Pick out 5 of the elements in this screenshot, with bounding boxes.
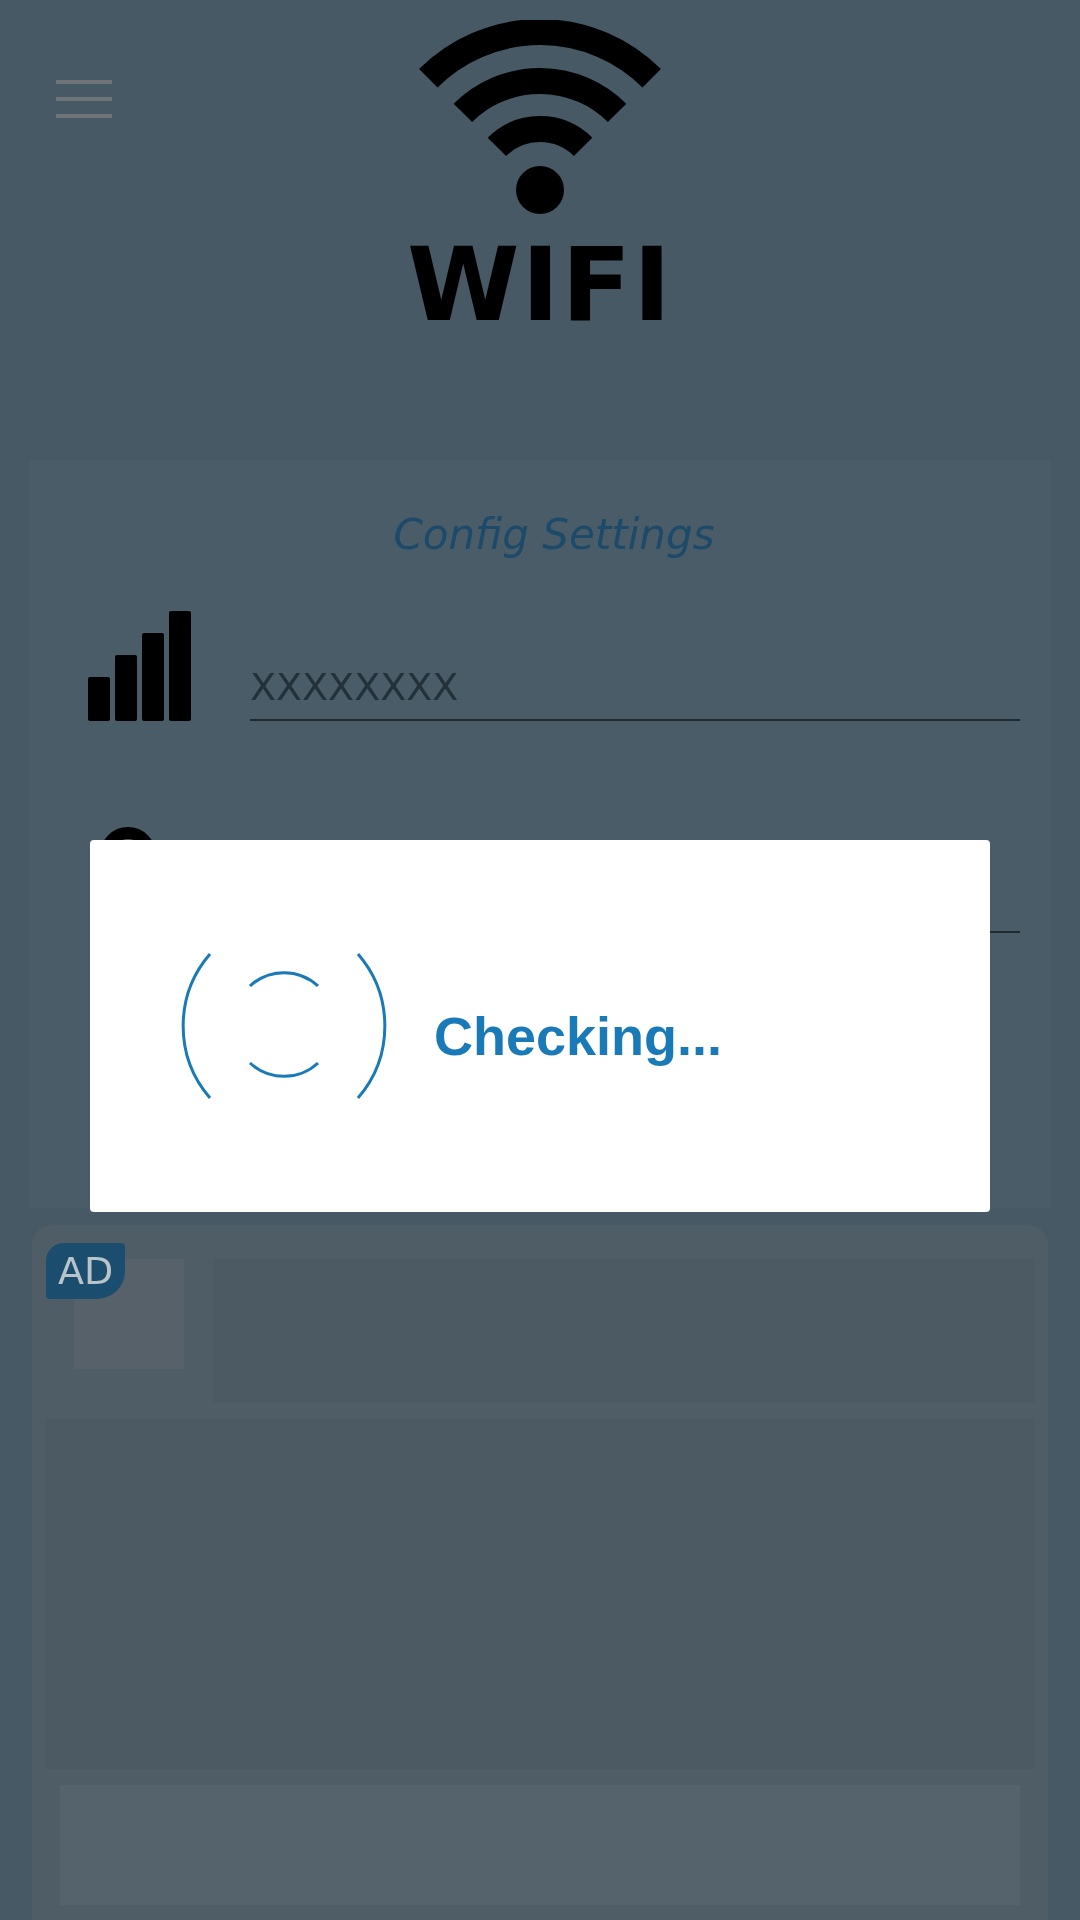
menu-icon[interactable] bbox=[56, 80, 112, 120]
dialog-message: Checking... bbox=[434, 1005, 723, 1067]
ad-badge: AD bbox=[46, 1243, 126, 1299]
logo-text: WIFI bbox=[406, 234, 674, 336]
signal-icon bbox=[88, 611, 192, 721]
